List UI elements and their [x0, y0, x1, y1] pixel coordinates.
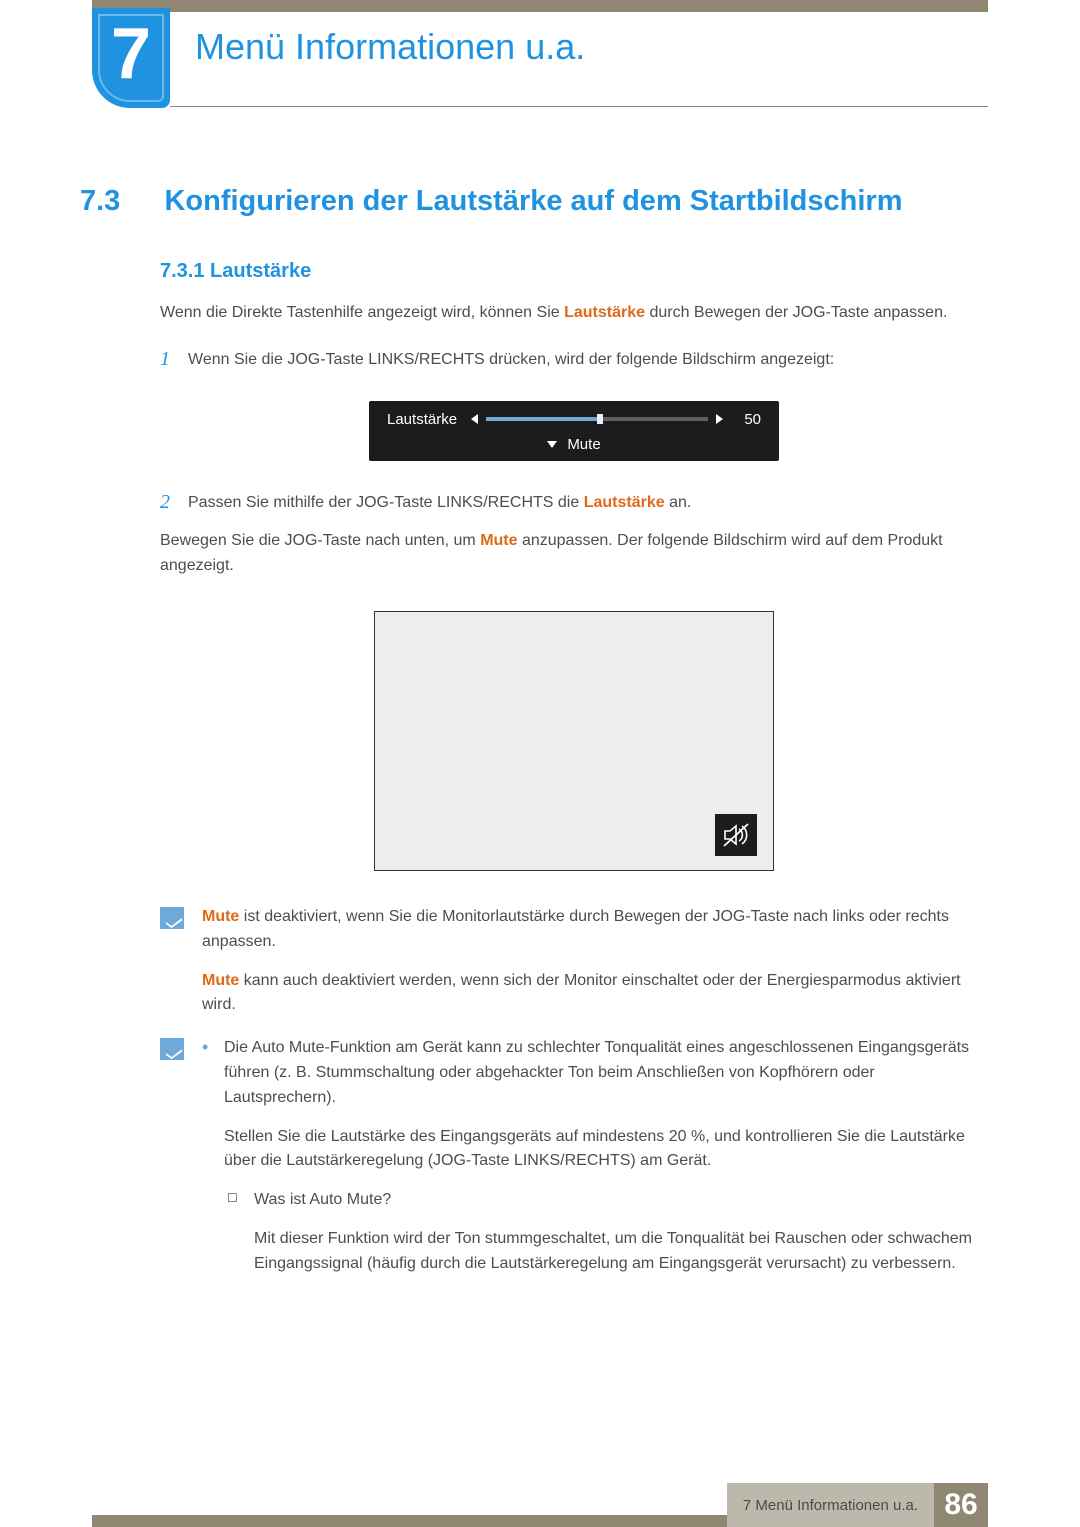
footer-text: 7 Menü Informationen u.a.: [727, 1483, 934, 1527]
mute-icon-badge: [715, 814, 757, 856]
osd-row-mute: Mute: [387, 436, 761, 453]
section-number: 7.3: [80, 185, 160, 218]
square-bullet-icon: [228, 1193, 237, 1202]
after-step-2-keyword: Mute: [480, 532, 517, 549]
subsection-heading: 7.3.1 Lautstärke: [160, 260, 988, 283]
intro-paragraph: Wenn die Direkte Tastenhilfe angezeigt w…: [160, 301, 988, 326]
osd-slider-knob: [597, 414, 603, 424]
section-title: Konfigurieren der Lautstärke auf dem Sta…: [164, 185, 902, 218]
triangle-right-icon: [716, 414, 723, 424]
speaker-mute-icon: [721, 820, 751, 850]
chapter-title: Menü Informationen u.a.: [195, 26, 988, 68]
step-2-text-2: an.: [665, 494, 692, 511]
top-border: [92, 0, 988, 12]
content: 7.3 Konfigurieren der Lautstärke auf dem…: [80, 185, 988, 1297]
note1-p2: Mute kann auch deaktiviert werden, wenn …: [202, 969, 988, 1019]
section-heading: 7.3 Konfigurieren der Lautstärke auf dem…: [80, 185, 988, 218]
note1-p2-kw: Mute: [202, 972, 239, 989]
triangle-down-icon: [547, 441, 557, 448]
step-1: 1 Wenn Sie die JOG-Taste LINKS/RECHTS dr…: [160, 348, 988, 373]
footer: 7 Menü Informationen u.a. 86: [727, 1483, 988, 1527]
osd-volume-panel: Lautstärke 50 Mute: [369, 401, 779, 461]
footer-page-number: 86: [934, 1483, 988, 1527]
osd-mute-label: Mute: [567, 436, 600, 453]
note2-b1-text: Die Auto Mute-Funktion am Gerät kann zu …: [224, 1036, 988, 1110]
note1-p2-text: kann auch deaktiviert werden, wenn sich …: [202, 972, 961, 1014]
osd-volume-value: 50: [737, 411, 761, 428]
note2-bullets: Die Auto Mute-Funktion am Gerät kann zu …: [202, 1036, 988, 1276]
intro-text-1: Wenn die Direkte Tastenhilfe angezeigt w…: [160, 304, 564, 321]
mute-preview-screen: [374, 611, 774, 871]
after-step-2-text-1: Bewegen Sie die JOG-Taste nach unten, um: [160, 532, 480, 549]
chapter-rule: [170, 106, 988, 107]
osd-slider-track: [486, 417, 708, 421]
note2-sublist: Was ist Auto Mute? Mit dieser Funktion w…: [224, 1188, 988, 1276]
note2-sub-question: Was ist Auto Mute?: [254, 1188, 988, 1213]
step-1-number: 1: [160, 348, 170, 371]
note1-p1-kw: Mute: [202, 908, 239, 925]
note2-b1b-text: Stellen Sie die Lautstärke des Eingangsg…: [224, 1125, 988, 1175]
triangle-left-icon: [471, 414, 478, 424]
intro-keyword: Lautstärke: [564, 304, 645, 321]
note2-sub-answer: Mit dieser Funktion wird der Ton stummge…: [254, 1227, 988, 1277]
osd-volume-slider: [471, 414, 723, 424]
step-2: 2 Passen Sie mithilfe der JOG-Taste LINK…: [160, 491, 988, 516]
step-2-text: Passen Sie mithilfe der JOG-Taste LINKS/…: [188, 491, 988, 516]
note-block-2: Die Auto Mute-Funktion am Gerät kann zu …: [160, 1036, 988, 1290]
note1-p1: Mute ist deaktiviert, wenn Sie die Monit…: [202, 905, 988, 955]
note-icon: [160, 1038, 184, 1060]
osd-slider-fill: [486, 417, 597, 421]
note1-p1-text: ist deaktiviert, wenn Sie die Monitorlau…: [202, 908, 949, 950]
osd-row-volume: Lautstärke 50: [387, 411, 761, 428]
note-icon: [160, 907, 184, 929]
after-step-2: Bewegen Sie die JOG-Taste nach unten, um…: [160, 529, 988, 579]
chapter-tab-border: [98, 14, 164, 102]
step-1-text: Wenn Sie die JOG-Taste LINKS/RECHTS drüc…: [188, 348, 988, 373]
note2-bullet-1: Die Auto Mute-Funktion am Gerät kann zu …: [202, 1036, 988, 1276]
step-2-keyword: Lautstärke: [584, 494, 665, 511]
note-block-1: Mute ist deaktiviert, wenn Sie die Monit…: [160, 905, 988, 1018]
page: 7 Menü Informationen u.a. 7.3 Konfigurie…: [0, 0, 1080, 1527]
chapter-tab: 7: [92, 8, 170, 108]
osd-volume-label: Lautstärke: [387, 411, 457, 428]
step-2-text-1: Passen Sie mithilfe der JOG-Taste LINKS/…: [188, 494, 584, 511]
step-2-number: 2: [160, 491, 170, 514]
intro-text-2: durch Bewegen der JOG-Taste anpassen.: [645, 304, 947, 321]
note2-sub-item: Was ist Auto Mute? Mit dieser Funktion w…: [224, 1188, 988, 1276]
